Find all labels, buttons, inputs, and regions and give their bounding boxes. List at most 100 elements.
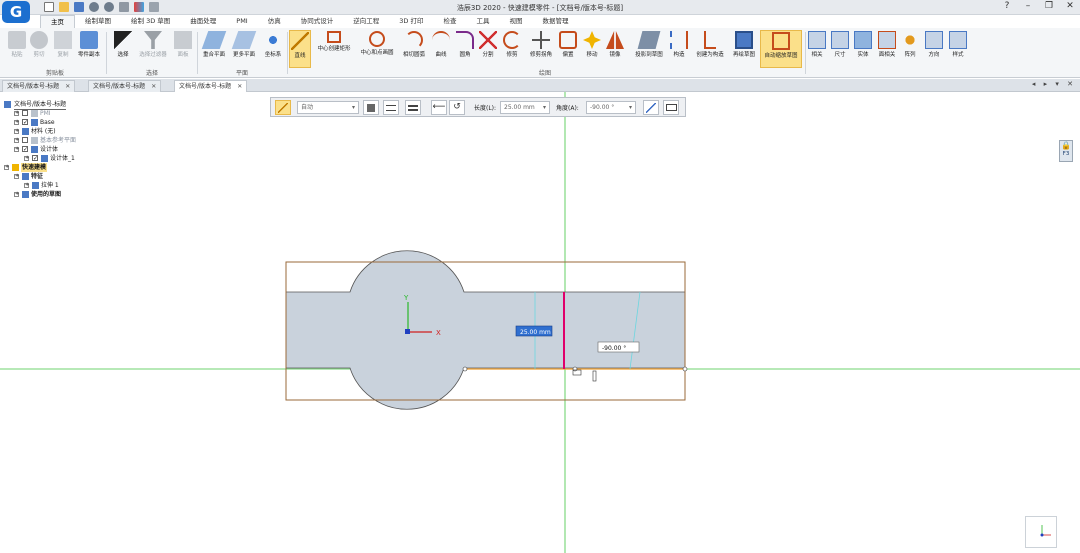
help-icon[interactable]: ?: [1001, 1, 1013, 12]
endpoint-marker[interactable]: [682, 366, 688, 372]
sketch-profile[interactable]: [285, 250, 686, 410]
doc-tab-1[interactable]: 文档号/版本号-标题 ✕: [2, 80, 76, 92]
select-button[interactable]: 选择: [108, 30, 138, 68]
tree-item[interactable]: + PMI: [2, 109, 132, 118]
expand-icon[interactable]: +: [14, 120, 19, 125]
face-relate-button[interactable]: 面相关: [875, 30, 899, 68]
line-width-button[interactable]: [405, 100, 421, 115]
tab-3d-sketch[interactable]: 绘制 3D 草图: [121, 15, 180, 28]
style-button[interactable]: 样式: [946, 30, 970, 68]
expand-icon[interactable]: +: [14, 192, 19, 197]
tab-tools[interactable]: 工具: [466, 15, 499, 28]
arc-direction-button[interactable]: ↺: [449, 100, 465, 115]
orient-button[interactable]: 方向: [922, 30, 946, 68]
tree-root[interactable]: 文档号/版本号-标题: [2, 100, 132, 110]
line-type-button[interactable]: [383, 100, 399, 115]
restore-button[interactable]: ❐: [1043, 1, 1055, 12]
redraw-sketch-button[interactable]: 再绘草图: [728, 30, 760, 68]
app-logo[interactable]: G: [2, 1, 30, 23]
coordinate-system-button[interactable]: 坐标系: [258, 30, 288, 68]
center-circle-button[interactable]: 中心和点画圆: [356, 30, 398, 68]
tree-item[interactable]: + 基本参考平面: [2, 136, 132, 145]
tree-item[interactable]: + 拉伸 1: [2, 181, 132, 190]
project-to-sketch-button[interactable]: 投影到草图: [630, 30, 668, 68]
endpoint-marker[interactable]: [572, 366, 578, 372]
doc-tab-nav[interactable]: ◂ ▸ ▾ ✕: [1032, 80, 1076, 88]
length-input[interactable]: 25.00 mm ▾: [500, 101, 550, 114]
close-icon[interactable]: ✕: [237, 83, 242, 90]
tree-item[interactable]: + 使用的草图: [2, 190, 132, 199]
fillet-button[interactable]: 圆角: [454, 30, 476, 68]
tree-item[interactable]: + 快速建模: [2, 163, 132, 172]
expand-icon[interactable]: +: [24, 183, 29, 188]
move-button[interactable]: 移动: [580, 30, 604, 68]
endpoint-marker[interactable]: [462, 366, 468, 372]
tab-home[interactable]: 主页: [40, 15, 75, 28]
line-button[interactable]: 直线: [289, 30, 311, 68]
dimension-button[interactable]: 尺寸: [829, 30, 851, 68]
sketch-canvas[interactable]: Y X 25.00 mm -90.00 °: [0, 92, 1080, 553]
tab-pmi[interactable]: PMI: [226, 15, 257, 28]
tab-data-management[interactable]: 数据管理: [532, 15, 578, 28]
trim-corner-button[interactable]: 修剪拐角: [524, 30, 558, 68]
tab-inspect[interactable]: 检查: [433, 15, 466, 28]
create-construction-button[interactable]: 创建为构造: [691, 30, 729, 68]
tree-checkbox[interactable]: [22, 137, 28, 143]
tree-checkbox[interactable]: ✓: [22, 119, 28, 126]
tab-simulation[interactable]: 仿真: [258, 15, 291, 28]
solid-button[interactable]: 实体: [852, 30, 874, 68]
tab-reverse[interactable]: 逆向工程: [343, 15, 389, 28]
expand-icon[interactable]: +: [14, 138, 19, 143]
curve-button[interactable]: 曲线: [429, 30, 453, 68]
tree-item[interactable]: + ✓ 设计体_1: [2, 154, 132, 163]
panel-button[interactable]: 面板: [168, 30, 198, 68]
expand-icon[interactable]: +: [14, 147, 19, 152]
tree-item[interactable]: + 特征: [2, 172, 132, 181]
view-cube[interactable]: [1025, 516, 1057, 548]
mirror-button[interactable]: 镜像: [603, 30, 627, 68]
close-button[interactable]: ✕: [1064, 1, 1076, 12]
tree-checkbox[interactable]: ✓: [22, 146, 28, 153]
auto-scale-sketch-button[interactable]: 自动缩放草图: [760, 30, 802, 68]
keyboard-button[interactable]: [663, 100, 679, 115]
doc-tab-3[interactable]: 文档号/版本号-标题 ✕: [174, 80, 248, 92]
center-rectangle-button[interactable]: 中心创建矩形: [314, 30, 354, 68]
minimize-button[interactable]: –: [1022, 1, 1034, 12]
relate-button[interactable]: 相关: [806, 30, 828, 68]
tree-item[interactable]: + ✓ Base: [2, 118, 132, 127]
trim-button[interactable]: 修剪: [500, 30, 524, 68]
pattern-button[interactable]: 阵列: [899, 30, 921, 68]
construction-button[interactable]: 构造: [668, 30, 690, 68]
expand-icon[interactable]: +: [14, 174, 19, 179]
angle-input[interactable]: -90.00 ° ▾: [586, 101, 636, 114]
tab-view[interactable]: 视图: [499, 15, 532, 28]
coincident-plane-button[interactable]: 重合平面: [199, 30, 229, 68]
doc-tab-2[interactable]: 文档号/版本号-标题 ✕: [88, 80, 162, 92]
lock-sketch-plane-button[interactable]: 🔒 F3: [1059, 140, 1073, 162]
part-copy-button[interactable]: 零件副本: [74, 30, 104, 68]
more-planes-button[interactable]: 更多平面: [229, 30, 259, 68]
line-direction-button[interactable]: ⟵: [431, 100, 447, 115]
tab-3d-print[interactable]: 3D 打印: [389, 15, 433, 28]
tangent-arc-button[interactable]: 相切圆弧: [398, 30, 430, 68]
expand-icon[interactable]: +: [4, 165, 9, 170]
offset-button[interactable]: 偏置: [556, 30, 580, 68]
expand-icon[interactable]: +: [24, 156, 29, 161]
select-filter-button[interactable]: 选择过滤器: [136, 30, 170, 68]
tab-surface[interactable]: 曲面处理: [180, 15, 226, 28]
line-color-button[interactable]: [363, 100, 379, 115]
mode-select[interactable]: 自动 ▾: [297, 101, 359, 114]
close-icon[interactable]: ✕: [151, 83, 156, 90]
tree-checkbox[interactable]: [22, 110, 28, 116]
line-mode-button[interactable]: [275, 100, 291, 115]
tab-collaborative[interactable]: 协同式设计: [291, 15, 344, 28]
tab-sketch[interactable]: 绘制草图: [75, 15, 121, 28]
split-button[interactable]: 分割: [477, 30, 499, 68]
tree-item[interactable]: + 材料 (无): [2, 127, 132, 136]
line-option-button[interactable]: [643, 100, 659, 115]
tree-checkbox[interactable]: ✓: [32, 155, 38, 162]
tree-item[interactable]: + ✓ 设计体: [2, 145, 132, 154]
close-icon[interactable]: ✕: [65, 83, 70, 90]
expand-icon[interactable]: +: [14, 111, 19, 116]
expand-icon[interactable]: +: [14, 129, 19, 134]
